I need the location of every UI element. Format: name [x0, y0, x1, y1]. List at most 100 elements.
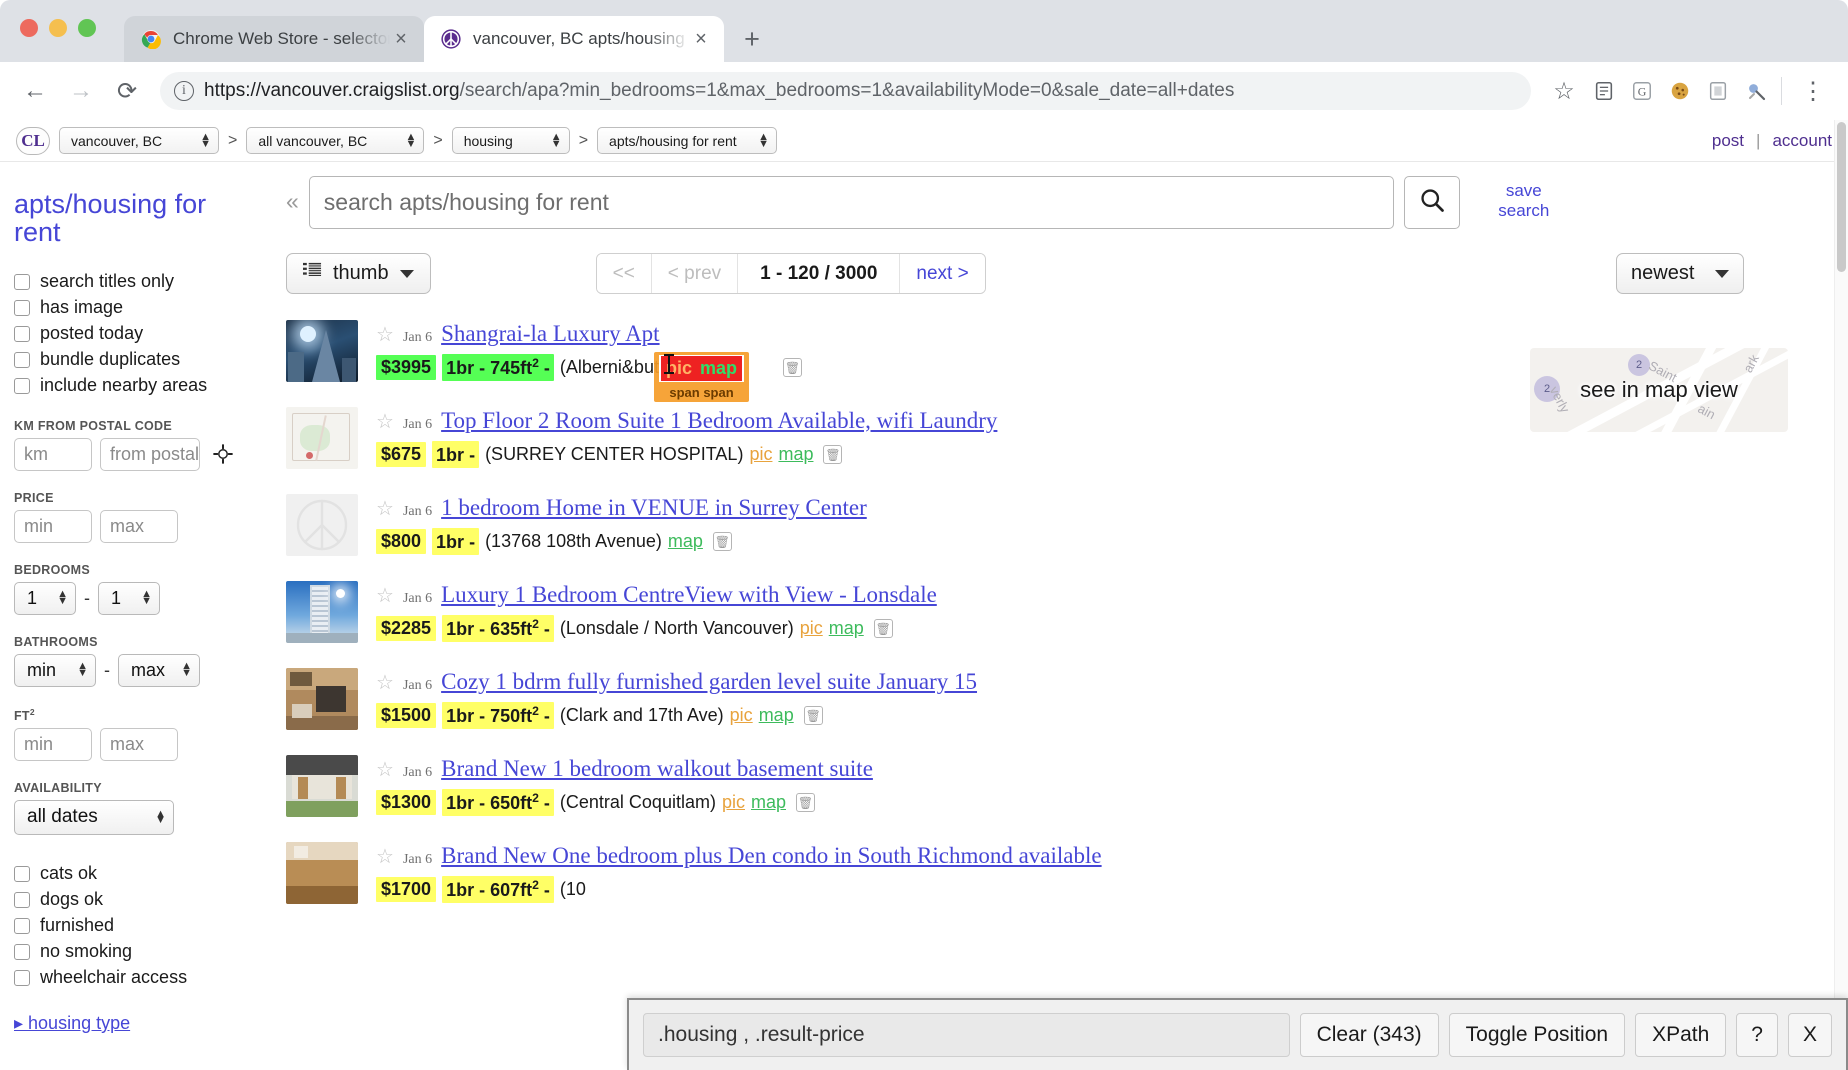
pic-link[interactable]: pic	[730, 705, 753, 726]
filter-furnished[interactable]: furnished	[14, 913, 270, 939]
bathrooms-min-select[interactable]: min ▲▼	[14, 654, 96, 687]
filter-cats-ok[interactable]: cats ok	[14, 861, 270, 887]
google-icon[interactable]: G	[1627, 76, 1657, 106]
collapse-sidebar-icon[interactable]: «	[286, 176, 299, 215]
listing-title-link[interactable]: Top Floor 2 Room Suite 1 Bedroom Availab…	[441, 408, 997, 434]
pic-link[interactable]: pic	[749, 444, 772, 465]
table-row[interactable]: ☆ Jan 6 Shangrai-la Luxury Apt $3995 1br…	[286, 320, 1848, 382]
category-select-housing[interactable]: housing ▲▼	[452, 127, 570, 154]
close-window-button[interactable]	[20, 19, 38, 37]
checkbox-icon[interactable]	[14, 892, 30, 908]
listing-thumbnail[interactable]	[286, 581, 358, 643]
checkbox-icon[interactable]	[14, 944, 30, 960]
account-link[interactable]: account	[1772, 131, 1832, 151]
xpath-button[interactable]: XPath	[1635, 1013, 1726, 1057]
close-icon[interactable]: ×	[390, 28, 412, 50]
listing-thumbnail[interactable]	[286, 407, 358, 469]
toggle-position-button[interactable]: Toggle Position	[1449, 1013, 1625, 1057]
listing-title-link[interactable]: Luxury 1 Bedroom CentreView with View - …	[441, 582, 937, 608]
minimize-window-button[interactable]	[49, 19, 67, 37]
availability-select[interactable]: all dates ▲▼	[14, 800, 174, 835]
craigslist-logo[interactable]: CL	[16, 127, 50, 155]
filter-has-image[interactable]: has image	[14, 295, 270, 321]
favorite-star-icon[interactable]: ☆	[376, 412, 394, 432]
favorite-star-icon[interactable]: ☆	[376, 760, 394, 780]
filter-dogs-ok[interactable]: dogs ok	[14, 887, 270, 913]
table-row[interactable]: ☆ Jan 6 Brand New 1 bedroom walkout base…	[286, 755, 1848, 817]
listing-thumbnail[interactable]	[286, 842, 358, 904]
clear-button[interactable]: Clear (343)	[1300, 1013, 1439, 1057]
page-scrollbar[interactable]	[1834, 120, 1848, 1070]
filter-posted-today[interactable]: posted today	[14, 321, 270, 347]
post-link[interactable]: post	[1712, 131, 1744, 151]
chrome-menu-button[interactable]: ⋮	[1792, 70, 1834, 112]
favorite-star-icon[interactable]: ☆	[376, 847, 394, 867]
save-search-link[interactable]: save search	[1488, 176, 1560, 221]
pic-link[interactable]: pic	[722, 792, 745, 813]
address-bar[interactable]: i https://vancouver.craigslist.org/searc…	[160, 72, 1531, 110]
checkbox-icon[interactable]	[14, 352, 30, 368]
location-select-city[interactable]: vancouver, BC ▲▼	[59, 127, 219, 154]
listing-title-link[interactable]: Shangrai-la Luxury Apt	[441, 321, 659, 347]
tab-craigslist[interactable]: vancouver, BC apts/housing fo ×	[424, 16, 724, 62]
map-link[interactable]: map	[668, 531, 703, 552]
forward-button[interactable]: →	[60, 70, 102, 112]
tab-chrome-web-store[interactable]: Chrome Web Store - selectorg ×	[124, 16, 424, 62]
subcategory-select-apts[interactable]: apts/housing for rent ▲▼	[597, 127, 777, 154]
hide-listing-icon[interactable]: 🗑	[796, 793, 815, 812]
close-selectorgadget-button[interactable]: X	[1788, 1013, 1832, 1057]
reload-button[interactable]: ⟳	[106, 70, 148, 112]
sqft-max-input[interactable]: max	[100, 728, 178, 761]
filter-bundle-duplicates[interactable]: bundle duplicates	[14, 347, 270, 373]
favorite-star-icon[interactable]: ☆	[376, 499, 394, 519]
search-button[interactable]	[1404, 176, 1460, 229]
map-link[interactable]: map	[751, 792, 786, 813]
first-page-button[interactable]: <<	[597, 254, 652, 293]
new-tab-button[interactable]: +	[734, 21, 770, 57]
sqft-min-input[interactable]: min	[14, 728, 92, 761]
listing-title-link[interactable]: Brand New 1 bedroom walkout basement sui…	[441, 756, 873, 782]
close-icon[interactable]: ×	[690, 28, 712, 50]
table-row[interactable]: ☆ Jan 6 Cozy 1 bdrm fully furnished gard…	[286, 668, 1848, 730]
map-link[interactable]: map	[829, 618, 864, 639]
selector-input[interactable]: .housing , .result-price	[643, 1013, 1290, 1057]
listing-title-link[interactable]: 1 bedroom Home in VENUE in Surrey Center	[441, 495, 867, 521]
price-min-input[interactable]: min	[14, 510, 92, 543]
listing-thumbnail[interactable]	[286, 755, 358, 817]
favorite-star-icon[interactable]: ☆	[376, 673, 394, 693]
bedrooms-min-select[interactable]: 1 ▲▼	[14, 582, 76, 615]
bathrooms-max-select[interactable]: max ▲▼	[118, 654, 200, 687]
checkbox-icon[interactable]	[14, 970, 30, 986]
bedrooms-max-select[interactable]: 1 ▲▼	[98, 582, 160, 615]
maximize-window-button[interactable]	[78, 19, 96, 37]
table-row[interactable]: ☆ Jan 6 Brand New One bedroom plus Den c…	[286, 842, 1848, 904]
map-link[interactable]: map	[778, 444, 813, 465]
km-input[interactable]: km	[14, 438, 92, 471]
table-row[interactable]: ☆ Jan 6 Luxury 1 Bedroom CentreView with…	[286, 581, 1848, 643]
listing-thumbnail[interactable]	[286, 668, 358, 730]
search-input[interactable]: search apts/housing for rent	[309, 176, 1394, 229]
next-page-button[interactable]: next >	[900, 254, 984, 293]
filter-wheelchair-access[interactable]: wheelchair access	[14, 965, 270, 991]
checkbox-icon[interactable]	[14, 274, 30, 290]
listing-thumbnail[interactable]	[286, 494, 358, 556]
sort-select[interactable]: newest	[1616, 253, 1744, 294]
checkbox-icon[interactable]	[14, 866, 30, 882]
pic-link[interactable]: pic	[800, 618, 823, 639]
map-link[interactable]: map	[759, 705, 794, 726]
price-max-input[interactable]: max	[100, 510, 178, 543]
checkbox-icon[interactable]	[14, 300, 30, 316]
hide-listing-icon[interactable]: 🗑	[713, 532, 732, 551]
bookmark-icon[interactable]	[1703, 76, 1733, 106]
hide-listing-icon[interactable]: 🗑	[874, 619, 893, 638]
filter-include-nearby-areas[interactable]: include nearby areas	[14, 373, 270, 399]
location-select-area[interactable]: all vancouver, BC ▲▼	[246, 127, 424, 154]
hide-listing-icon[interactable]: 🗑	[823, 445, 842, 464]
favorite-star-icon[interactable]: ☆	[376, 325, 394, 345]
help-button[interactable]: ?	[1736, 1013, 1778, 1057]
prev-page-button[interactable]: < prev	[652, 254, 738, 293]
bookmark-star-icon[interactable]: ☆	[1543, 70, 1585, 112]
checkbox-icon[interactable]	[14, 326, 30, 342]
favorite-star-icon[interactable]: ☆	[376, 586, 394, 606]
view-mode-button[interactable]: thumb	[286, 253, 431, 294]
